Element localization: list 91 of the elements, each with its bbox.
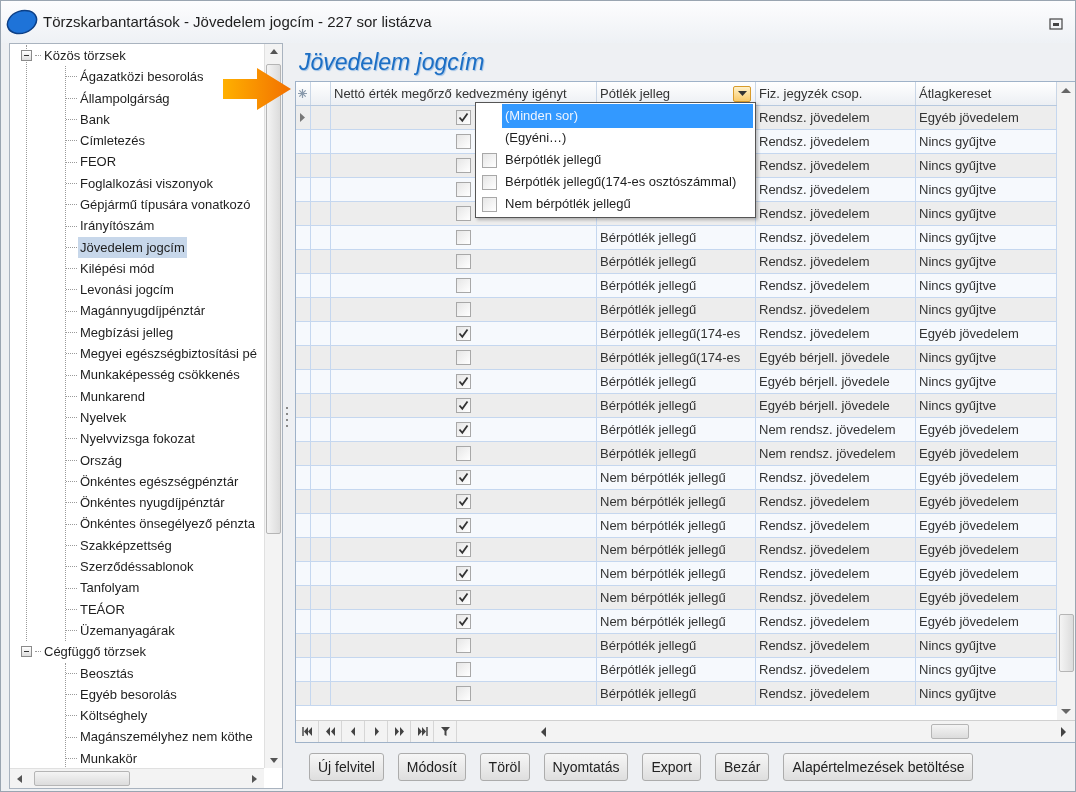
callout-arrow [221,67,293,111]
action-button[interactable]: Nyomtatás [543,753,629,781]
table-cell: Rendsz. jövedelem [756,682,916,706]
tree-item[interactable]: Ország [78,449,124,472]
menu-item[interactable]: Bérpótlék jellegű(174-es osztószámmal) [502,170,753,194]
tree-item[interactable]: Megbízási jelleg [78,321,176,344]
tree-item[interactable]: Költséghely [78,705,150,727]
filter-icon[interactable] [438,725,452,738]
checkbox[interactable] [456,278,471,293]
tree-item[interactable]: Kilépési mód [78,257,157,280]
vertical-scrollbar[interactable] [1057,82,1075,720]
tree-item[interactable]: Magánnyugdíjpénztár [78,300,208,322]
tree-item[interactable]: Egyéb besorolás [78,683,179,706]
checkbox[interactable] [456,254,471,269]
tree-item[interactable]: Önkéntes nyugdíjpénztár [78,492,227,514]
window-title: Törzskarbantartások - Jövedelem jogcím - 227 sor listázva [43,11,433,32]
checkbox[interactable] [456,302,471,317]
tree-item[interactable]: Önkéntes önsegélyező pénzta [78,513,257,535]
app-icon [5,9,39,35]
checkbox[interactable] [456,686,471,701]
tree-group[interactable]: Cégfüggő törzsek [42,641,148,663]
column-header[interactable]: Fiz. jegyzék csop. [759,83,863,104]
checkbox[interactable] [456,206,471,221]
action-button[interactable]: Módosít [397,753,466,781]
tree-item[interactable]: Állampolgárság [78,87,172,109]
tree-item[interactable]: Foglalkozási viszonyok [78,172,215,195]
tree-item[interactable]: Munkakör [78,747,140,768]
scroll-thumb[interactable] [1058,614,1074,672]
tree-item[interactable]: Jövedelem jogcím [78,236,187,259]
tree-item[interactable]: Nyelvvizsga fokozat [78,428,197,450]
collapse-icon[interactable] [21,646,32,658]
last-record-icon[interactable] [415,725,429,738]
splitter-grip-icon[interactable] [285,407,289,427]
caret-icon[interactable] [737,90,747,97]
tree-group[interactable]: Közös törzsek [42,44,128,67]
tree-item[interactable]: FEOR [78,151,119,173]
tree-item[interactable]: Gépjármű típusára vonatkozó [78,194,253,216]
checkbox[interactable] [456,230,471,245]
asterisk-icon [298,89,307,98]
checkbox[interactable] [481,152,497,168]
scroll-thumb[interactable] [34,771,130,786]
scroll-thumb[interactable] [266,64,282,534]
previous-page-icon[interactable] [323,725,337,738]
column-header[interactable]: Nettó érték megőrző kedvezmény igényt [334,83,567,104]
tree-item[interactable]: Szerződéssablonok [78,556,196,578]
column-header[interactable]: Pótlék jelleg [600,83,671,104]
tree-item[interactable]: Munkaképesség csökkenés [78,364,242,386]
checkbox[interactable] [456,158,471,173]
tree-item[interactable]: Beosztás [78,662,136,684]
next-page-icon[interactable] [392,725,406,738]
filter-dropdown-button[interactable] [733,85,751,102]
action-button[interactable]: Töröl [479,753,530,781]
checkbox[interactable] [456,662,471,677]
scroll-right-icon[interactable] [1059,724,1069,739]
tree-item[interactable]: Szakképzettség [78,534,174,557]
tree-item[interactable]: Munkarend [78,385,148,408]
tree-item[interactable]: Nyelvek [78,406,129,429]
checkbox[interactable] [456,134,471,149]
tree-item[interactable]: Bank [78,108,112,131]
panel-title: Jövedelem jogcím [298,48,486,77]
collapse-icon[interactable] [21,50,32,62]
tree-item[interactable]: Magánszemélyhez nem köthe [78,726,255,748]
checkbox[interactable] [456,638,471,653]
tree-item[interactable]: Levonási jogcím [78,279,176,301]
checkbox[interactable] [456,350,471,365]
tree-item[interactable]: Üzemanyagárak [78,619,177,642]
first-record-icon[interactable] [300,725,314,738]
current-row-icon [300,113,306,122]
action-button[interactable]: Új felvitel [309,753,384,781]
tree-item[interactable]: Irányítószám [78,215,157,237]
action-button[interactable]: Alapértelmezések betöltése [783,753,974,781]
tree-item[interactable]: Tanfolyam [78,577,142,599]
table-cell: Bérpótlék jellegű [597,682,756,706]
action-button[interactable]: Export [642,753,701,781]
checkbox[interactable] [481,174,497,190]
checkbox[interactable] [481,196,497,212]
tree-item[interactable]: Önkéntes egészségpénztár [78,470,241,493]
tree-item[interactable]: Megyei egészségbiztosítási pé [78,343,260,365]
tree-item[interactable]: TEÁOR [78,598,127,621]
horizontal-scrollbar[interactable] [10,768,265,788]
tree-item[interactable]: Ágazatközi besorolás [78,66,206,88]
tree-item[interactable]: Címletezés [78,130,148,152]
checkbox[interactable] [456,446,471,461]
scroll-thumb[interactable] [931,724,969,739]
checkbox[interactable] [456,182,471,197]
vertical-scrollbar[interactable] [264,44,283,768]
menu-item[interactable]: Nem bérpótlék jellegű [502,192,753,216]
column-header[interactable]: Átlagkereset [919,83,992,104]
menu-item[interactable]: (Egyéni…) [502,126,753,150]
menu-item[interactable]: Bérpótlék jellegű [502,148,753,172]
action-button[interactable]: Bezár [714,753,770,781]
